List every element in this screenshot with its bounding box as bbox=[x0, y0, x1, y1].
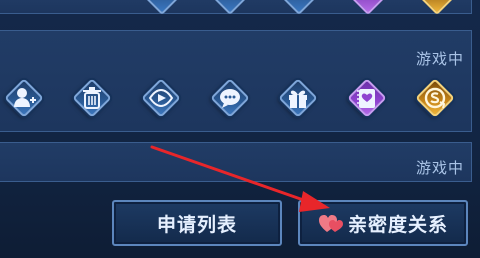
hearts-icon bbox=[318, 215, 343, 232]
apply-list-button[interactable]: 申请列表 bbox=[112, 200, 282, 246]
gift-icon bbox=[278, 78, 318, 118]
friend-row[interactable] bbox=[0, 142, 472, 182]
friend-list-screen: 游戏中 游戏中 申请列表 亲密度关系 bbox=[0, 0, 480, 258]
apply-list-label: 申请列表 bbox=[156, 213, 237, 236]
delete-icon bbox=[72, 78, 112, 118]
intimacy-relation-button[interactable]: 亲密度关系 bbox=[298, 200, 468, 246]
coin-exchange-icon bbox=[415, 78, 455, 118]
friend-status: 游戏中 bbox=[415, 50, 464, 68]
chat-icon bbox=[210, 78, 250, 118]
friend-status: 游戏中 bbox=[415, 159, 464, 177]
intimacy-relation-label: 亲密度关系 bbox=[347, 213, 448, 236]
watch-icon bbox=[141, 78, 181, 118]
add-friend-icon bbox=[4, 78, 44, 118]
intimacy-book-icon bbox=[347, 78, 387, 118]
